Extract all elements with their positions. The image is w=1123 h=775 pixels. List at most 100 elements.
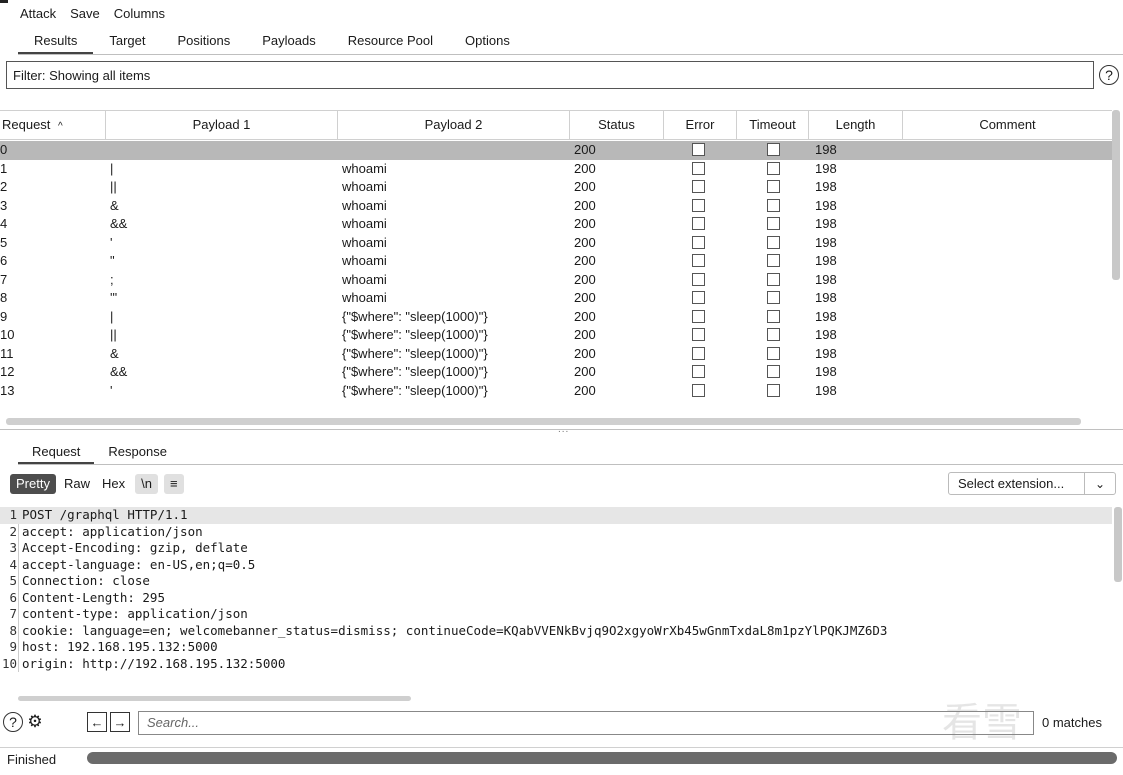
table-row[interactable]: 3 & whoami 200 198: [0, 197, 1112, 216]
timeout-checkbox[interactable]: [767, 161, 780, 175]
error-checkbox[interactable]: [692, 291, 705, 304]
column-header-length[interactable]: Length: [809, 111, 903, 139]
column-header-request[interactable]: Request ^: [0, 111, 106, 139]
search-bar: ? ⚙ ← → Search... 0 matches: [0, 710, 1123, 736]
forward-arrow-icon[interactable]: →: [110, 712, 130, 732]
error-checkbox[interactable]: [692, 383, 705, 397]
column-header-payload2[interactable]: Payload 2: [338, 111, 570, 139]
timeout-checkbox[interactable]: [767, 365, 780, 378]
cell-payload2: whoami: [342, 290, 387, 305]
column-header-payload1[interactable]: Payload 1: [106, 111, 338, 139]
column-header-timeout[interactable]: Timeout: [737, 111, 809, 139]
view-pretty-button[interactable]: Pretty: [10, 474, 56, 494]
error-checkbox[interactable]: [692, 198, 705, 212]
table-row[interactable]: 6 " whoami 200 198: [0, 252, 1112, 271]
timeout-checkbox[interactable]: [767, 217, 780, 230]
error-checkbox[interactable]: [692, 217, 705, 230]
timeout-checkbox[interactable]: [767, 254, 780, 267]
cell-payload1: '": [110, 290, 118, 305]
cell-length: 198: [815, 253, 837, 268]
show-newlines-button[interactable]: \n: [135, 474, 158, 494]
tab-positions[interactable]: Positions: [162, 28, 247, 54]
timeout-checkbox[interactable]: [767, 291, 780, 304]
cell-request: 6: [0, 253, 8, 268]
error-checkbox[interactable]: [692, 272, 705, 286]
table-row[interactable]: 9 | {"$where": "sleep(1000)"} 200 198: [0, 308, 1112, 327]
editor-vertical-scrollbar[interactable]: [1114, 507, 1122, 582]
timeout-checkbox[interactable]: [767, 198, 780, 212]
tab-request[interactable]: Request: [18, 440, 95, 464]
cell-status: 200: [574, 327, 596, 342]
editor-horizontal-scrollbar[interactable]: [18, 696, 411, 701]
view-raw-button[interactable]: Raw: [62, 474, 92, 494]
tab-options[interactable]: Options: [449, 28, 526, 54]
tab-target[interactable]: Target: [93, 28, 161, 54]
table-row[interactable]: 12 && {"$where": "sleep(1000)"} 200 198: [0, 363, 1112, 382]
timeout-checkbox[interactable]: [767, 328, 780, 341]
column-header-error[interactable]: Error: [664, 111, 737, 139]
code-text: accept: application/json: [22, 523, 203, 539]
view-hex-button[interactable]: Hex: [98, 474, 129, 494]
column-header-comment[interactable]: Comment: [903, 111, 1112, 139]
back-arrow-icon[interactable]: ←: [87, 712, 107, 732]
chevron-down-icon[interactable]: ⌄: [1084, 473, 1115, 494]
menu-save[interactable]: Save: [70, 6, 100, 21]
error-checkbox[interactable]: [692, 328, 705, 341]
error-checkbox[interactable]: [692, 180, 705, 193]
timeout-checkbox[interactable]: [767, 309, 780, 323]
cell-payload1: ': [110, 234, 113, 250]
column-header-status[interactable]: Status: [570, 111, 664, 139]
error-checkbox[interactable]: [692, 143, 705, 156]
error-checkbox[interactable]: [692, 161, 705, 175]
menu-icon[interactable]: ≡: [163, 474, 184, 494]
search-input[interactable]: Search...: [138, 711, 1034, 735]
error-checkbox[interactable]: [692, 365, 705, 378]
cell-request: 2: [0, 179, 8, 194]
cell-payload2: {"$where": "sleep(1000)"}: [342, 345, 488, 361]
table-row[interactable]: 1 | whoami 200 198: [0, 160, 1112, 179]
table-row[interactable]: 8 '" whoami 200 198: [0, 289, 1112, 308]
help-icon[interactable]: ?: [1099, 65, 1119, 85]
gear-icon[interactable]: ⚙: [25, 712, 45, 732]
error-checkbox[interactable]: [692, 346, 705, 360]
code-line: 4 accept-language: en-US,en;q=0.5: [0, 557, 1112, 574]
menu-columns[interactable]: Columns: [114, 6, 165, 21]
cell-payload2: {"$where": "sleep(1000)"}: [342, 364, 488, 379]
cell-status: 200: [574, 364, 596, 379]
timeout-checkbox[interactable]: [767, 346, 780, 360]
cell-length: 198: [815, 308, 837, 324]
table-row[interactable]: 0 200 198: [0, 141, 1112, 160]
timeout-checkbox[interactable]: [767, 383, 780, 397]
select-extension-dropdown[interactable]: Select extension... ⌄: [948, 472, 1116, 495]
table-row[interactable]: 4 && whoami 200 198: [0, 215, 1112, 234]
cell-length: 198: [815, 327, 837, 342]
table-row[interactable]: 13 ' {"$where": "sleep(1000)"} 200 198: [0, 382, 1112, 401]
tab-results[interactable]: Results: [18, 28, 94, 54]
results-horizontal-scrollbar[interactable]: [6, 418, 1081, 425]
tab-response[interactable]: Response: [94, 440, 181, 464]
timeout-checkbox[interactable]: [767, 143, 780, 156]
table-row[interactable]: 11 & {"$where": "sleep(1000)"} 200 198: [0, 345, 1112, 364]
cell-length: 198: [815, 179, 837, 194]
results-vertical-scrollbar[interactable]: [1112, 110, 1120, 280]
sort-ascending-icon: ^: [58, 121, 63, 132]
error-checkbox[interactable]: [692, 309, 705, 323]
error-checkbox[interactable]: [692, 254, 705, 267]
table-row[interactable]: 2 || whoami 200 198: [0, 178, 1112, 197]
code-text: Connection: close: [22, 573, 150, 588]
tab-resource-pool[interactable]: Resource Pool: [332, 28, 449, 54]
table-row[interactable]: 7; whoami 200 198: [0, 271, 1112, 290]
error-checkbox[interactable]: [692, 235, 705, 249]
help-icon[interactable]: ?: [3, 712, 23, 732]
timeout-checkbox[interactable]: [767, 180, 780, 193]
timeout-checkbox[interactable]: [767, 235, 780, 249]
menu-attack[interactable]: Attack: [20, 6, 56, 21]
table-row[interactable]: 10 || {"$where": "sleep(1000)"} 200 198: [0, 326, 1112, 345]
attack-tabs: Results Target Positions Payloads Resour…: [18, 28, 1123, 55]
request-editor[interactable]: 1 POST /graphql HTTP/1.1 2 accept: applicat…: [0, 507, 1112, 672]
tab-payloads[interactable]: Payloads: [246, 28, 331, 54]
table-row[interactable]: 5 ' whoami 200 198: [0, 234, 1112, 253]
timeout-checkbox[interactable]: [767, 272, 780, 286]
cell-request: 3: [0, 197, 8, 213]
filter-bar[interactable]: Filter: Showing all items: [6, 61, 1094, 89]
